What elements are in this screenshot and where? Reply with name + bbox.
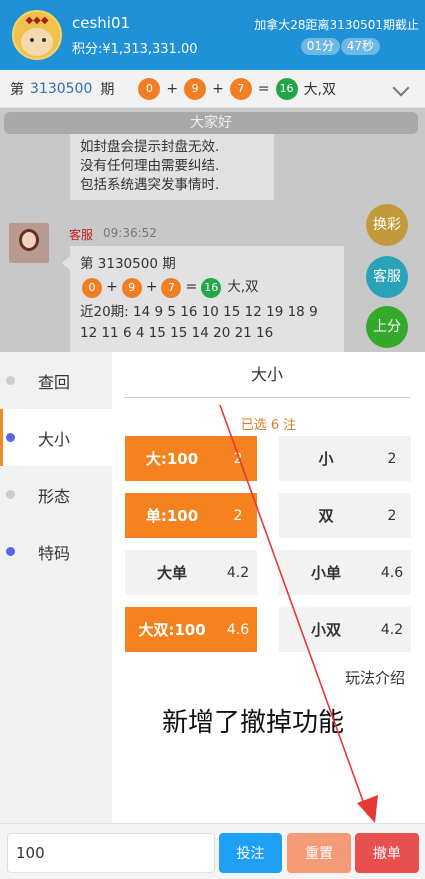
menu-item-label: 查回 xyxy=(38,372,71,392)
bet-option-odd[interactable]: 单:100 2 xyxy=(125,493,257,538)
last-result-bar[interactable]: 第 3130500 期 0 + 9 + 7 = 16 大,双 xyxy=(0,70,425,108)
place-bet-button[interactable]: 投注 xyxy=(219,833,282,873)
plus-sign: + xyxy=(212,80,224,97)
message-period-title: 第 3130500 期 xyxy=(80,256,176,272)
period-countdown-text: 加拿大28距离3130501期截止 xyxy=(254,18,419,32)
msg-sum-ball: 16 xyxy=(201,277,222,298)
announcement-banner: 大家好 xyxy=(4,112,418,134)
avatar-eye-right xyxy=(42,38,46,42)
result-suffix: 期 xyxy=(100,81,115,98)
username: ceshi01 xyxy=(72,14,131,32)
bet-option-big[interactable]: 大:100 2 xyxy=(125,436,257,481)
history-line: 近20期: 14 9 5 16 10 15 12 19 18 9 xyxy=(80,304,318,320)
header-bar: ◆◆◆ ceshi01 积分:¥1,313,331.00 加拿大28距离3130… xyxy=(0,0,425,70)
user-avatar[interactable]: ◆◆◆ xyxy=(12,10,62,60)
option-odds: 2 xyxy=(233,507,243,524)
timer-minutes: 01分 xyxy=(300,38,340,55)
annotation-text: 新增了撤掉功能 xyxy=(162,708,345,738)
plus-sign: + xyxy=(166,80,179,97)
avatar-eye-left xyxy=(30,38,34,42)
cancel-bet-button[interactable]: 撤单 xyxy=(355,833,419,873)
message-line: 包括系统遇突发事情时. xyxy=(80,177,220,193)
play-type-menu: 查回 大小 形态 特码 xyxy=(0,352,112,823)
message-result-row: 0 + 9 + 7 = 16 大,双 xyxy=(82,277,334,298)
result-sum-ball: 16 xyxy=(275,77,298,100)
timer-seconds: 47秒 xyxy=(340,38,380,55)
result-prefix: 第 xyxy=(10,81,24,98)
chevron-down-icon[interactable] xyxy=(392,79,410,97)
msg-outcome: 大,双 xyxy=(227,279,259,295)
service-avatar-head xyxy=(19,229,39,251)
dot-icon xyxy=(6,547,15,556)
option-odds: 4.6 xyxy=(380,564,404,581)
switch-lottery-button[interactable]: 换彩 xyxy=(366,204,408,246)
customer-service-button[interactable]: 客服 xyxy=(366,256,408,298)
menu-item-special[interactable]: 特码 xyxy=(0,523,112,580)
bet-option-small-even[interactable]: 小双 4.2 xyxy=(279,607,411,652)
option-name: 小 xyxy=(318,450,334,468)
option-odds: 2 xyxy=(387,507,397,524)
result-period: 3130500 xyxy=(30,80,93,97)
option-name: 大:100 xyxy=(145,450,199,468)
service-name: 客服 xyxy=(69,228,94,242)
chat-message-result: 第 3130500 期 0 + 9 + 7 = 16 大,双 近20期: 14 … xyxy=(62,246,344,352)
menu-item-label: 大小 xyxy=(38,429,71,449)
option-name: 双 xyxy=(318,507,334,525)
message-line: 没有任何理由需要纠结. xyxy=(80,158,220,174)
menu-item-size[interactable]: 大小 xyxy=(0,409,112,466)
bet-amount-input[interactable] xyxy=(7,833,215,873)
avatar-face xyxy=(21,28,53,56)
plus-sign: + xyxy=(106,279,118,295)
option-odds: 4.2 xyxy=(380,621,404,638)
bubble-arrow xyxy=(62,256,70,270)
msg-ball-1: 0 xyxy=(82,277,102,298)
bet-options-area: 大小 已选 6 注 大:100 2 小 2 单:100 2 双 2 大单 4.2… xyxy=(112,352,425,823)
menu-item-query[interactable]: 查回 xyxy=(0,352,112,409)
bet-panel: 查回 大小 形态 特码 大小 已选 6 注 大:100 2 小 2 单:100 … xyxy=(0,352,425,823)
service-avatar xyxy=(9,223,49,263)
chat-message-rules: 如封盘会提示封盘无效. 没有任何理由需要纠结. 包括系统遇突发事情时. xyxy=(70,133,274,200)
plus-sign: + xyxy=(145,279,158,295)
bet-option-big-even[interactable]: 大双:100 4.6 xyxy=(125,607,257,652)
equals-sign: = xyxy=(185,279,198,295)
option-name: 单:100 xyxy=(145,507,199,525)
history-line: 12 11 6 4 15 15 14 20 21 16 xyxy=(80,325,274,341)
menu-item-label: 特码 xyxy=(38,543,71,563)
selected-count: 已选 6 注 xyxy=(240,418,297,433)
points-balance: 积分:¥1,313,331.00 xyxy=(72,42,198,57)
chat-area[interactable]: 如封盘会提示封盘无效. 没有任何理由需要纠结. 包括系统遇突发事情时. 大家好 … xyxy=(0,108,425,352)
option-odds: 2 xyxy=(233,450,243,467)
option-name: 小单 xyxy=(310,564,341,582)
bet-option-small-odd[interactable]: 小单 4.6 xyxy=(279,550,411,595)
rules-link[interactable]: 玩法介绍 xyxy=(345,667,405,688)
option-odds: 2 xyxy=(387,450,397,467)
result-outcome: 大,双 xyxy=(303,81,337,98)
option-name: 大单 xyxy=(156,564,187,582)
msg-ball-2: 9 xyxy=(121,277,142,298)
equals-sign: = xyxy=(257,80,270,97)
dot-icon xyxy=(6,490,15,499)
reset-button[interactable]: 重置 xyxy=(287,833,351,873)
option-name: 小双 xyxy=(310,621,341,639)
option-odds: 4.2 xyxy=(226,564,250,581)
result-ball-3: 7 xyxy=(229,77,252,100)
menu-item-shape[interactable]: 形态 xyxy=(0,466,112,523)
dot-icon xyxy=(6,433,15,442)
result-ball-2: 9 xyxy=(184,77,207,100)
dot-icon xyxy=(6,376,15,385)
message-line: 如封盘会提示封盘无效. xyxy=(80,139,220,155)
menu-item-label: 形态 xyxy=(38,486,71,506)
deposit-button[interactable]: 上分 xyxy=(366,306,408,348)
play-type-title: 大小 xyxy=(124,362,410,398)
bet-option-small[interactable]: 小 2 xyxy=(279,436,411,481)
result-ball-1: 0 xyxy=(138,77,161,100)
option-odds: 4.6 xyxy=(226,621,250,638)
msg-ball-3: 7 xyxy=(161,277,182,298)
avatar-banner: ◆◆◆ xyxy=(25,15,49,26)
bet-option-big-odd[interactable]: 大单 4.2 xyxy=(125,550,257,595)
bottom-action-bar: 投注 重置 撤单 xyxy=(0,823,425,879)
bet-option-even[interactable]: 双 2 xyxy=(279,493,411,538)
option-name: 大双:100 xyxy=(138,621,206,639)
message-time: 09:36:52 xyxy=(103,226,157,240)
